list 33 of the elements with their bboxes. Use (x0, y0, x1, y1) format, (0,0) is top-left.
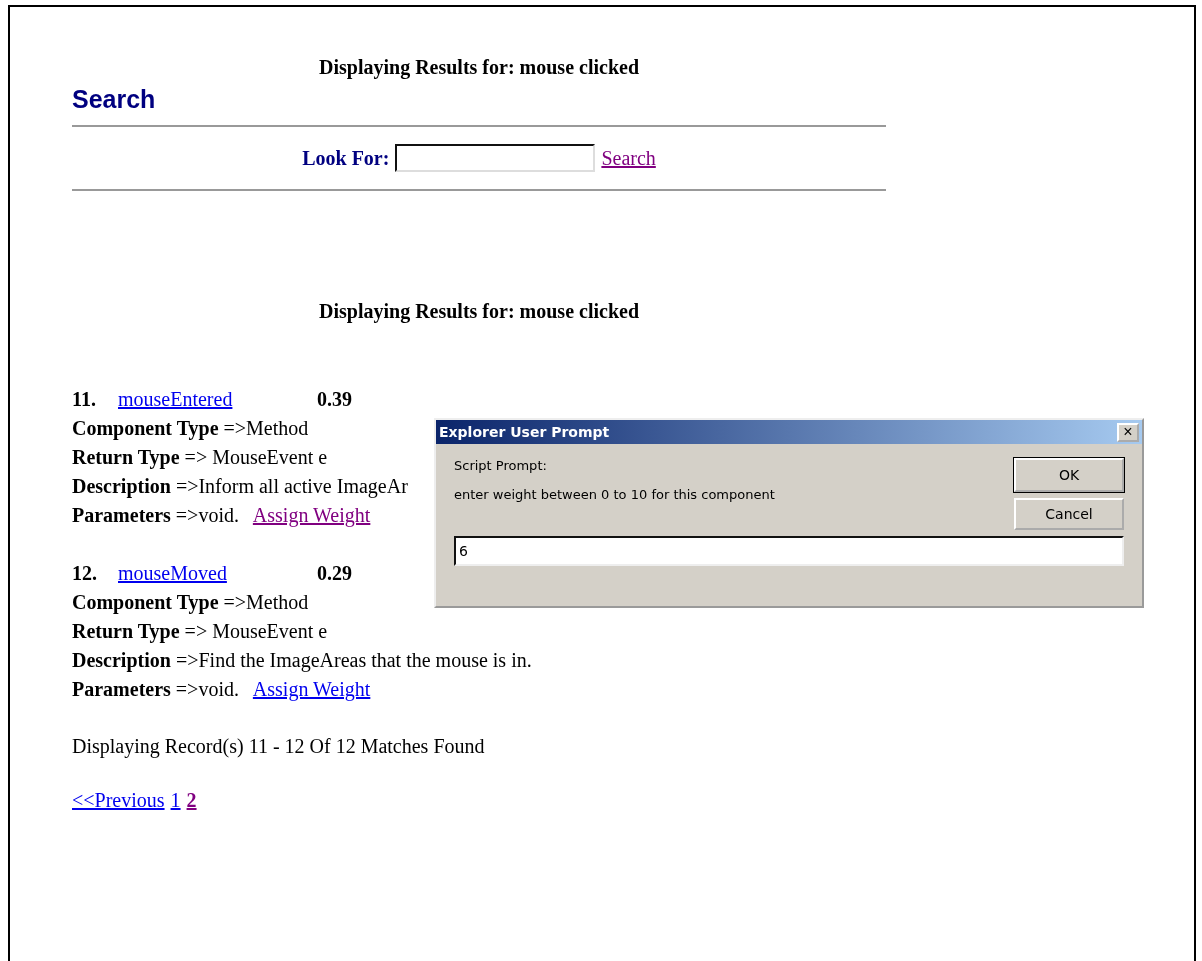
search-link[interactable]: Search (601, 146, 656, 170)
previous-link[interactable]: <<Previous (72, 789, 165, 812)
result-score: 0.29 (317, 561, 352, 586)
search-heading: Search (72, 85, 157, 113)
field-text: Return Type => MouseEvent e (72, 446, 328, 468)
field-text: Parameters =>void. (72, 504, 239, 526)
assign-weight-link[interactable]: Assign Weight (252, 504, 371, 526)
ok-button[interactable]: OK (1014, 458, 1124, 492)
page-link[interactable]: 1 (170, 789, 181, 812)
record-count: Displaying Record(s) 11 - 12 Of 12 Matches Found (72, 734, 486, 760)
result-name-link[interactable]: mouseEntered (118, 385, 317, 414)
weight-input[interactable]: 6 (454, 536, 1124, 566)
field-text: Component Type =>Method (72, 591, 309, 613)
search-field[interactable] (395, 144, 596, 172)
field-text: Component Type =>Method (72, 417, 309, 439)
assign-weight-link[interactable]: Assign Weight (252, 678, 371, 700)
result-name-link[interactable]: mouseMoved (118, 559, 317, 588)
field-text: Description =>Inform all active ImageAr (72, 475, 408, 497)
dialog-title: Explorer User Prompt (439, 424, 610, 440)
results-title: Displaying Results for: mouse clicked (318, 299, 640, 323)
look-for-label: Look For: (302, 146, 390, 170)
page-link[interactable]: 2 (186, 789, 197, 812)
field-text: Return Type => MouseEvent e (72, 620, 328, 642)
field-text: Description =>Find the ImageAreas that the mouse is in. (72, 649, 532, 671)
prompt-caption: Script Prompt: (454, 458, 548, 473)
result-number: 11. (72, 387, 97, 412)
cancel-button[interactable]: Cancel (1014, 498, 1124, 530)
prompt-message: enter weight between 0 to 10 for this component (454, 487, 775, 502)
result-number: 12. (72, 561, 98, 586)
results-title: Displaying Results for: mouse clicked (318, 55, 640, 79)
field-text: Parameters =>void. (72, 678, 239, 700)
close-button[interactable]: × (1117, 422, 1139, 442)
result-score: 0.39 (317, 387, 352, 412)
